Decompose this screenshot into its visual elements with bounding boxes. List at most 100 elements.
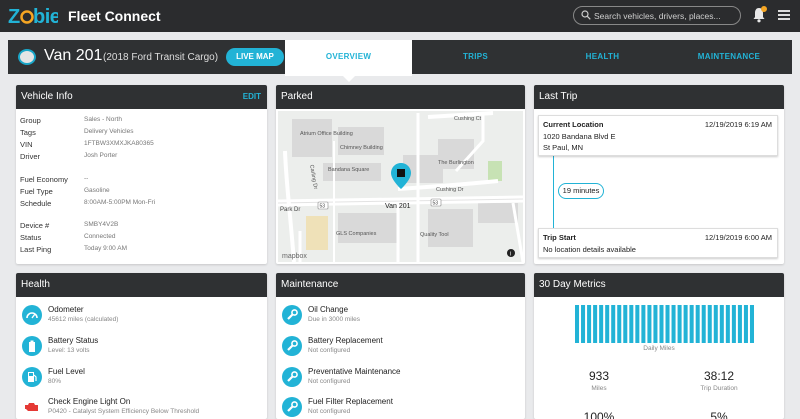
- daily-miles-bar[interactable]: [677, 305, 682, 343]
- daily-miles-bar[interactable]: [665, 305, 670, 343]
- current-location-label: Current Location: [543, 120, 604, 129]
- parked-map[interactable]: Cushing Ct Atrium Office Building Chimne…: [278, 111, 523, 262]
- map-label-van: Van 201: [385, 203, 411, 210]
- svg-text:i: i: [510, 251, 511, 257]
- map-label-atrium: Atrium Office Building: [300, 131, 353, 137]
- wrench-icon: [282, 397, 302, 417]
- speedometer-icon: [22, 305, 42, 325]
- notification-dot: [761, 6, 767, 12]
- miles-value: 933: [588, 369, 610, 383]
- trip-start-label: Trip Start: [543, 233, 576, 242]
- daily-miles-bar[interactable]: [701, 305, 706, 343]
- vehicle-header: Van 201 (2018 Ford Transit Cargo) LIVE M…: [8, 40, 792, 82]
- daily-miles-bar[interactable]: [605, 305, 610, 343]
- metrics-title: 30 Day Metrics: [539, 279, 606, 290]
- notifications-bell-icon[interactable]: [752, 6, 767, 23]
- vehicle-info-title: Vehicle Info: [21, 91, 73, 102]
- top-bar: Z bie Fleet Connect: [0, 0, 800, 32]
- daily-miles-bar[interactable]: [641, 305, 646, 343]
- hamburger-menu-icon[interactable]: [778, 10, 790, 21]
- maintenance-card: Maintenance Oil Change Due in 3000 miles…: [276, 273, 525, 419]
- daily-miles-bar[interactable]: [623, 305, 628, 343]
- tab-overview[interactable]: OVERVIEW: [285, 40, 412, 82]
- daily-miles-bar[interactable]: [725, 305, 730, 343]
- daily-miles-bar[interactable]: [671, 305, 676, 343]
- live-map-button[interactable]: LIVE MAP: [226, 48, 284, 66]
- current-location-city: St Paul, MN: [543, 143, 584, 152]
- daily-miles-bar[interactable]: [731, 305, 736, 343]
- vehicle-model: (2018 Ford Transit Cargo): [103, 52, 219, 63]
- daily-miles-bar[interactable]: [611, 305, 616, 343]
- engine-icon: [22, 397, 42, 417]
- tab-trips[interactable]: TRIPS: [412, 40, 539, 74]
- daily-miles-bar[interactable]: [593, 305, 598, 343]
- maintenance-row-oil-change[interactable]: Oil Change Due in 3000 miles: [282, 303, 522, 329]
- health-row-check-engine[interactable]: Check Engine Light On P0420 - Catalyst S…: [22, 395, 262, 419]
- metrics-header: 30 Day Metrics: [534, 273, 784, 297]
- metrics-card: 30 Day Metrics Daily Miles 933 Miles 38:…: [534, 273, 784, 419]
- wrench-icon: [282, 305, 302, 325]
- map-label-quality: Quality Tool: [420, 232, 449, 238]
- trip-start-address: No location details available: [543, 245, 636, 254]
- map-label-route-53-a: 53: [320, 204, 326, 210]
- wrench-icon: [282, 367, 302, 387]
- daily-miles-bar[interactable]: [587, 305, 592, 343]
- health-row-battery[interactable]: Battery Status Level: 13 volts: [22, 334, 262, 360]
- vehicle-name: Van 201: [44, 47, 103, 64]
- edit-button[interactable]: EDIT: [243, 85, 261, 109]
- daily-miles-bar[interactable]: [713, 305, 718, 343]
- trip-duration-label: Trip Duration: [700, 385, 738, 392]
- health-row-odometer[interactable]: Odometer 45612 miles (calculated): [22, 303, 262, 329]
- trip-duration-value: 38:12: [703, 369, 735, 383]
- daily-miles-bar-chart[interactable]: [575, 305, 754, 343]
- trip-duration-pill: 19 minutes: [558, 183, 604, 199]
- daily-miles-bar[interactable]: [749, 305, 754, 343]
- daily-miles-bar[interactable]: [737, 305, 742, 343]
- map-label-cushing-dr: Cushing Dr: [436, 187, 464, 193]
- daily-miles-bar[interactable]: [629, 305, 634, 343]
- metric-partial-right: 5%: [710, 410, 728, 419]
- maintenance-row-fuel-filter[interactable]: Fuel Filter Replacement Not configured: [282, 395, 522, 419]
- daily-miles-bar[interactable]: [659, 305, 664, 343]
- map-label-chimney: Chimney Building: [340, 145, 383, 151]
- search-icon: [581, 10, 591, 20]
- map-label-burlington: The Burlington: [438, 160, 474, 166]
- daily-miles-bar[interactable]: [647, 305, 652, 343]
- app-title: Fleet Connect: [68, 8, 161, 24]
- tab-maintenance[interactable]: MAINTENANCE: [666, 40, 792, 74]
- daily-miles-bar[interactable]: [683, 305, 688, 343]
- health-row-fuel[interactable]: Fuel Level 80%: [22, 365, 262, 391]
- daily-miles-bar[interactable]: [635, 305, 640, 343]
- search-box[interactable]: [573, 6, 741, 25]
- daily-miles-bar[interactable]: [653, 305, 658, 343]
- maintenance-row-battery[interactable]: Battery Replacement Not configured: [282, 334, 522, 360]
- daily-miles-bar[interactable]: [707, 305, 712, 343]
- daily-miles-bar[interactable]: [581, 305, 586, 343]
- daily-miles-bar[interactable]: [599, 305, 604, 343]
- health-title: Health: [21, 279, 50, 290]
- vehicle-info-card: Vehicle Info EDIT Group Sales - North Tag…: [16, 85, 267, 264]
- daily-miles-bar[interactable]: [617, 305, 622, 343]
- maintenance-row-preventative[interactable]: Preventative Maintenance Not configured: [282, 365, 522, 391]
- parked-header: Parked: [276, 85, 525, 109]
- daily-miles-bar[interactable]: [695, 305, 700, 343]
- fuel-pump-icon: [22, 367, 42, 387]
- vehicle-info-header: Vehicle Info EDIT: [16, 85, 267, 109]
- current-location-card[interactable]: Current Location 12/19/2019 6:19 AM 1020…: [538, 115, 778, 156]
- daily-miles-bar[interactable]: [575, 305, 580, 343]
- last-trip-title: Last Trip: [539, 91, 578, 102]
- daily-miles-bar[interactable]: [719, 305, 724, 343]
- parked-card: Parked Cushing Ct Atrium Office Building…: [276, 85, 525, 264]
- trip-timeline-line: [553, 153, 554, 231]
- map-label-gls: GLS Companies: [336, 231, 377, 237]
- tab-health[interactable]: HEALTH: [539, 40, 666, 74]
- search-input[interactable]: [594, 8, 734, 23]
- daily-miles-bar[interactable]: [743, 305, 748, 343]
- trip-start-card[interactable]: Trip Start 12/19/2019 6:00 AM No locatio…: [538, 228, 778, 258]
- daily-miles-bar[interactable]: [689, 305, 694, 343]
- last-trip-card: Last Trip Current Location 12/19/2019 6:…: [534, 85, 784, 264]
- map-label-cushing-ct: Cushing Ct: [454, 116, 482, 122]
- app-logo[interactable]: Z bie: [8, 4, 61, 28]
- health-header: Health: [16, 273, 267, 297]
- maintenance-title: Maintenance: [281, 279, 339, 290]
